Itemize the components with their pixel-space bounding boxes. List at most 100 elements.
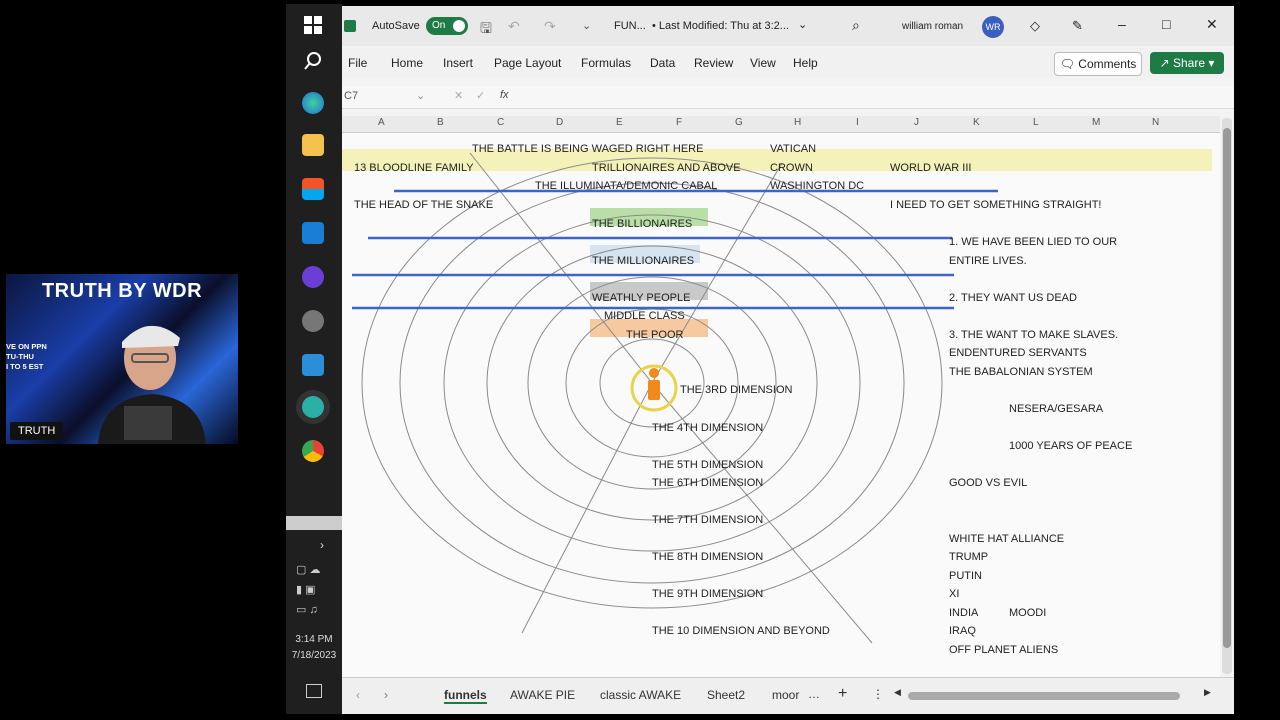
cell-text[interactable]: 1000 YEARS OF PEACE: [1009, 439, 1132, 453]
cell-text[interactable]: OFF PLANET ALIENS: [949, 643, 1058, 657]
cell-text[interactable]: 13 BLOODLINE FAMILY: [354, 161, 474, 175]
chrome-icon[interactable]: [302, 440, 324, 462]
cell-text[interactable]: XI: [949, 587, 959, 601]
redo-icon[interactable]: ↷: [544, 18, 556, 35]
taskbar-time[interactable]: 3:14 PM: [286, 634, 342, 645]
tab-data[interactable]: Data: [650, 56, 675, 70]
horizontal-scrollbar[interactable]: [908, 692, 1180, 700]
cell-text[interactable]: NESERA/GESARA: [1009, 402, 1103, 416]
edge-browser-icon[interactable]: [302, 92, 324, 114]
options-icon[interactable]: ⋮: [872, 687, 884, 701]
cell-text[interactable]: 1. WE HAVE BEEN LIED TO OUR: [949, 235, 1117, 249]
scroll-left-icon[interactable]: ◀: [894, 687, 901, 698]
cell-text[interactable]: THE 3RD DIMENSION: [680, 383, 792, 397]
col-header[interactable]: J: [914, 117, 919, 128]
file-name[interactable]: FUN...: [614, 20, 646, 32]
cell-text[interactable]: WASHINGTON DC: [770, 179, 864, 193]
diamond-icon[interactable]: ◇: [1030, 18, 1040, 34]
col-header[interactable]: C: [497, 117, 504, 128]
tab-view[interactable]: View: [750, 56, 776, 70]
media-player-icon[interactable]: [302, 266, 324, 288]
tab-formulas[interactable]: Formulas: [581, 56, 631, 70]
taskbar-scroll[interactable]: [286, 516, 342, 530]
cell-text[interactable]: THE 7TH DIMENSION: [652, 513, 763, 527]
sheet-tab-funnels[interactable]: funnels: [444, 688, 487, 704]
cell-text[interactable]: GOOD VS EVIL: [949, 476, 1027, 490]
col-header[interactable]: H: [794, 117, 801, 128]
chevron-down-icon[interactable]: ⌄: [798, 18, 807, 31]
cell-text[interactable]: CROWN: [770, 161, 813, 175]
save-icon[interactable]: 🖫: [480, 18, 492, 42]
microsoft-store-icon[interactable]: [302, 178, 324, 200]
col-header[interactable]: E: [616, 117, 623, 128]
last-modified[interactable]: • Last Modified: Thu at 3:2...: [652, 20, 789, 32]
cell-text[interactable]: THE BILLIONAIRES: [592, 217, 692, 231]
cell-text[interactable]: WEATHLY PEOPLE: [592, 291, 690, 305]
cell-text[interactable]: TRILLIONAIRES AND ABOVE: [592, 161, 741, 175]
user-name[interactable]: william roman: [902, 21, 963, 32]
search-icon[interactable]: [302, 50, 324, 72]
col-header[interactable]: N: [1152, 117, 1159, 128]
function-icon[interactable]: fx: [500, 89, 509, 101]
cell-text[interactable]: THE 5TH DIMENSION: [652, 458, 763, 472]
worksheet-grid[interactable]: THE BATTLE IS BEING WAGED RIGHT HERE VAT…: [342, 133, 1220, 678]
col-header[interactable]: F: [676, 117, 682, 128]
col-header[interactable]: M: [1092, 117, 1100, 128]
system-tray-icons[interactable]: ▢ ☁ ▮ ▣ ▭ ♫: [296, 560, 320, 620]
cell-text[interactable]: THE HEAD OF THE SNAKE: [354, 198, 493, 212]
sheet-tab-sheet2[interactable]: Sheet2: [707, 688, 745, 702]
vertical-scrollbar[interactable]: [1222, 118, 1232, 674]
cell-text[interactable]: THE MILLIONAIRES: [592, 254, 694, 268]
tab-file[interactable]: File: [348, 56, 367, 70]
confirm-entry-icon[interactable]: ✓: [476, 89, 485, 102]
cell-text[interactable]: THE 4TH DIMENSION: [652, 421, 763, 435]
more-sheets-icon[interactable]: …: [808, 687, 820, 701]
edge-dev-icon[interactable]: [302, 354, 324, 376]
cell-text[interactable]: THE BATTLE IS BEING WAGED RIGHT HERE: [472, 142, 703, 156]
formula-input[interactable]: [522, 89, 1212, 105]
comments-button[interactable]: 🗨 Comments: [1054, 52, 1142, 76]
name-box[interactable]: C7: [344, 90, 424, 102]
cell-text[interactable]: WORLD WAR III: [890, 161, 971, 175]
cell-text[interactable]: WHITE HAT ALLIANCE: [949, 532, 1064, 546]
col-header[interactable]: A: [378, 117, 385, 128]
minimize-icon[interactable]: –: [1118, 16, 1126, 32]
search-icon[interactable]: ⌕: [852, 17, 860, 34]
cell-text[interactable]: THE BABALONIAN SYSTEM: [949, 365, 1093, 379]
cell-text[interactable]: THE ILLUMINATA/DEMONIC CABAL: [535, 179, 717, 193]
col-header[interactable]: G: [735, 117, 743, 128]
active-app-icon[interactable]: [302, 396, 324, 418]
tab-page-layout[interactable]: Page Layout: [494, 56, 561, 70]
chevron-right-icon[interactable]: ›: [320, 538, 324, 552]
cell-text[interactable]: TRUMP: [949, 550, 988, 564]
cancel-entry-icon[interactable]: ✕: [454, 89, 463, 102]
sheet-tab-awake-pie[interactable]: AWAKE PIE: [510, 688, 575, 702]
close-icon[interactable]: ✕: [1206, 16, 1218, 33]
col-header[interactable]: K: [973, 117, 980, 128]
tab-insert[interactable]: Insert: [443, 56, 473, 70]
tab-review[interactable]: Review: [694, 56, 733, 70]
tab-help[interactable]: Help: [793, 56, 818, 70]
maximize-icon[interactable]: □: [1162, 16, 1170, 32]
cell-text[interactable]: THE 8TH DIMENSION: [652, 550, 763, 564]
cell-text[interactable]: VATICAN: [770, 142, 816, 156]
undo-icon[interactable]: ↶: [508, 18, 520, 35]
cell-text[interactable]: INDIA: [949, 606, 978, 620]
notifications-icon[interactable]: [306, 684, 322, 698]
mail-icon[interactable]: [302, 222, 324, 244]
share-button[interactable]: ↗ Share ▾: [1150, 52, 1224, 74]
cell-text[interactable]: THE POOR: [626, 328, 683, 342]
cell-text[interactable]: THE 10 DIMENSION AND BEYOND: [652, 624, 830, 638]
cell-text[interactable]: PUTIN: [949, 569, 982, 583]
customize-toolbar-icon[interactable]: ⌄: [582, 19, 591, 32]
add-sheet-icon[interactable]: +: [838, 685, 847, 703]
scrollbar-thumb[interactable]: [1223, 128, 1231, 648]
col-header[interactable]: I: [856, 117, 859, 128]
col-header[interactable]: D: [556, 117, 563, 128]
cell-text[interactable]: THE 9TH DIMENSION: [652, 587, 763, 601]
cell-text[interactable]: 3. THE WANT TO MAKE SLAVES.: [949, 328, 1118, 342]
chevron-down-icon[interactable]: ⌄: [416, 89, 425, 102]
file-explorer-icon[interactable]: [302, 134, 324, 156]
tab-home[interactable]: Home: [391, 56, 423, 70]
chevron-right-icon[interactable]: ›: [384, 688, 388, 702]
